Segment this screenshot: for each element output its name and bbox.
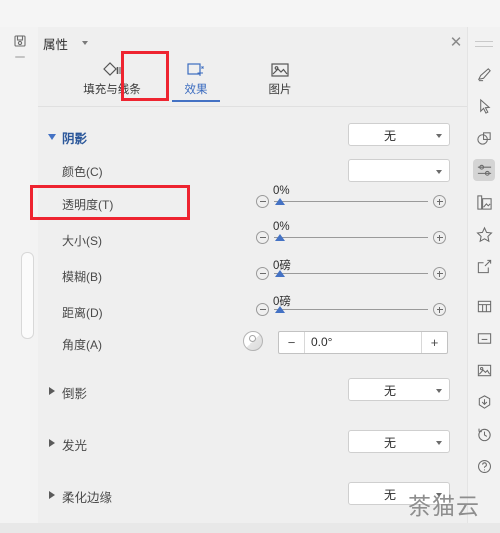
section-header-glow-label: 发光 (62, 439, 88, 453)
tab-fill-and-line-label: 填充与线条 (83, 84, 141, 96)
shadow-transparency-label: 透明度(T) (62, 198, 114, 212)
section-header-soft-edges-label: 柔化边缘 (62, 491, 113, 505)
gallery-icon[interactable] (473, 191, 495, 213)
left-gutter (0, 27, 39, 533)
slider-handle[interactable] (275, 198, 285, 205)
shapes-icon[interactable] (473, 127, 495, 149)
shadow-blur-value: 0磅 (273, 260, 291, 272)
cursor-icon[interactable] (473, 95, 495, 117)
shadow-distance-value: 0磅 (273, 296, 291, 308)
chevron-down-icon (436, 134, 442, 138)
glow-preset-dropdown[interactable]: 无 (348, 430, 450, 453)
increment-icon[interactable]: + (421, 332, 447, 353)
close-icon[interactable]: ✕ (447, 34, 465, 52)
download-icon[interactable] (473, 391, 495, 413)
format-shape-panel: 属性 ✕ 填充与线条 效果 图片 阴影 无 颜色(C) 透明度(T) 0% 大小… (0, 27, 500, 533)
panel-tabs: 填充与线条 效果 图片 (38, 58, 468, 106)
slider-handle[interactable] (275, 234, 285, 241)
reflection-preset-value: 无 (383, 384, 396, 398)
shadow-angle-spinner[interactable]: − 0.0° + (278, 331, 448, 354)
tab-effects-underline (172, 100, 220, 102)
window-bottom-strip (0, 523, 500, 533)
window-top-strip (0, 0, 500, 28)
shadow-blur-slider[interactable]: 0磅 (256, 260, 446, 286)
rail-divider (475, 41, 493, 42)
reflection-preset-dropdown[interactable]: 无 (348, 378, 450, 401)
right-toolbar-rail (467, 27, 500, 533)
slider-track[interactable] (274, 201, 428, 202)
effects-icon (184, 60, 208, 82)
panel-content: 属性 ✕ 填充与线条 效果 图片 阴影 无 颜色(C) 透明度(T) 0% 大小… (38, 27, 468, 533)
section-header-shadow-label: 阴影 (62, 132, 88, 146)
shadow-transparency-slider[interactable]: 0% (256, 185, 446, 214)
increment-icon[interactable] (433, 195, 446, 208)
watermark: 茶猫云 (408, 494, 480, 520)
fill-line-icon (100, 60, 124, 82)
picture-icon (268, 60, 292, 82)
slider-track[interactable] (274, 273, 428, 274)
rail-divider (475, 46, 493, 47)
shadow-distance-slider[interactable]: 0磅 (256, 296, 446, 322)
tab-picture[interactable]: 图片 (238, 58, 322, 106)
panel-header: 属性 ✕ (38, 27, 468, 58)
chevron-down-icon (436, 441, 442, 445)
shadow-color-dropdown[interactable] (348, 159, 450, 182)
shadow-transparency-value: 0% (273, 185, 290, 197)
page-title: 属性 (43, 38, 69, 52)
tab-fill-and-line[interactable]: 填充与线条 (70, 58, 154, 106)
gutter-collapse-handle[interactable] (15, 56, 25, 58)
section-header-reflection-label: 倒影 (62, 387, 88, 401)
box-icon[interactable] (473, 327, 495, 349)
tab-effects[interactable]: 效果 (154, 58, 238, 106)
panel-scrollbar-thumb[interactable] (21, 252, 34, 339)
shadow-size-slider[interactable]: 0% (256, 221, 446, 250)
tabs-divider (38, 106, 468, 107)
shadow-angle-label: 角度(A) (62, 338, 102, 352)
history-icon[interactable] (473, 423, 495, 445)
settings-icon[interactable] (473, 159, 495, 181)
decrement-icon[interactable] (256, 303, 269, 316)
slider-track[interactable] (274, 309, 428, 310)
shadow-distance-label: 距离(D) (62, 306, 103, 320)
tab-picture-label: 图片 (268, 84, 292, 96)
pen-icon[interactable] (473, 63, 495, 85)
decrement-icon[interactable] (256, 231, 269, 244)
shadow-preset-dropdown[interactable]: 无 (348, 123, 450, 146)
pin-icon[interactable] (13, 34, 27, 48)
chevron-down-icon (48, 134, 56, 140)
shadow-blur-label: 模糊(B) (62, 270, 102, 284)
glow-preset-value: 无 (383, 436, 396, 450)
chevron-right-icon (49, 439, 55, 447)
increment-icon[interactable] (433, 267, 446, 280)
star-icon[interactable] (473, 223, 495, 245)
panel-title-caret-icon[interactable] (82, 41, 88, 45)
image-icon[interactable] (473, 359, 495, 381)
chevron-down-icon (436, 170, 442, 174)
shadow-size-value: 0% (273, 221, 290, 233)
slider-track[interactable] (274, 237, 428, 238)
increment-icon[interactable] (433, 303, 446, 316)
chevron-right-icon (49, 387, 55, 395)
shadow-color-label: 颜色(C) (62, 165, 103, 179)
angle-dial-icon[interactable] (243, 331, 263, 351)
share-icon[interactable] (473, 255, 495, 277)
tab-effects-label: 效果 (184, 84, 208, 96)
decrement-icon[interactable] (256, 267, 269, 280)
decrement-icon[interactable] (256, 195, 269, 208)
shadow-angle-value: 0.0° (311, 335, 333, 349)
help-icon[interactable] (473, 455, 495, 477)
shadow-preset-value: 无 (383, 129, 396, 143)
decrement-icon[interactable]: − (279, 332, 305, 353)
shadow-size-label: 大小(S) (62, 234, 102, 248)
chevron-down-icon (436, 389, 442, 393)
table-icon[interactable] (473, 295, 495, 317)
increment-icon[interactable] (433, 231, 446, 244)
chevron-right-icon (49, 491, 55, 499)
